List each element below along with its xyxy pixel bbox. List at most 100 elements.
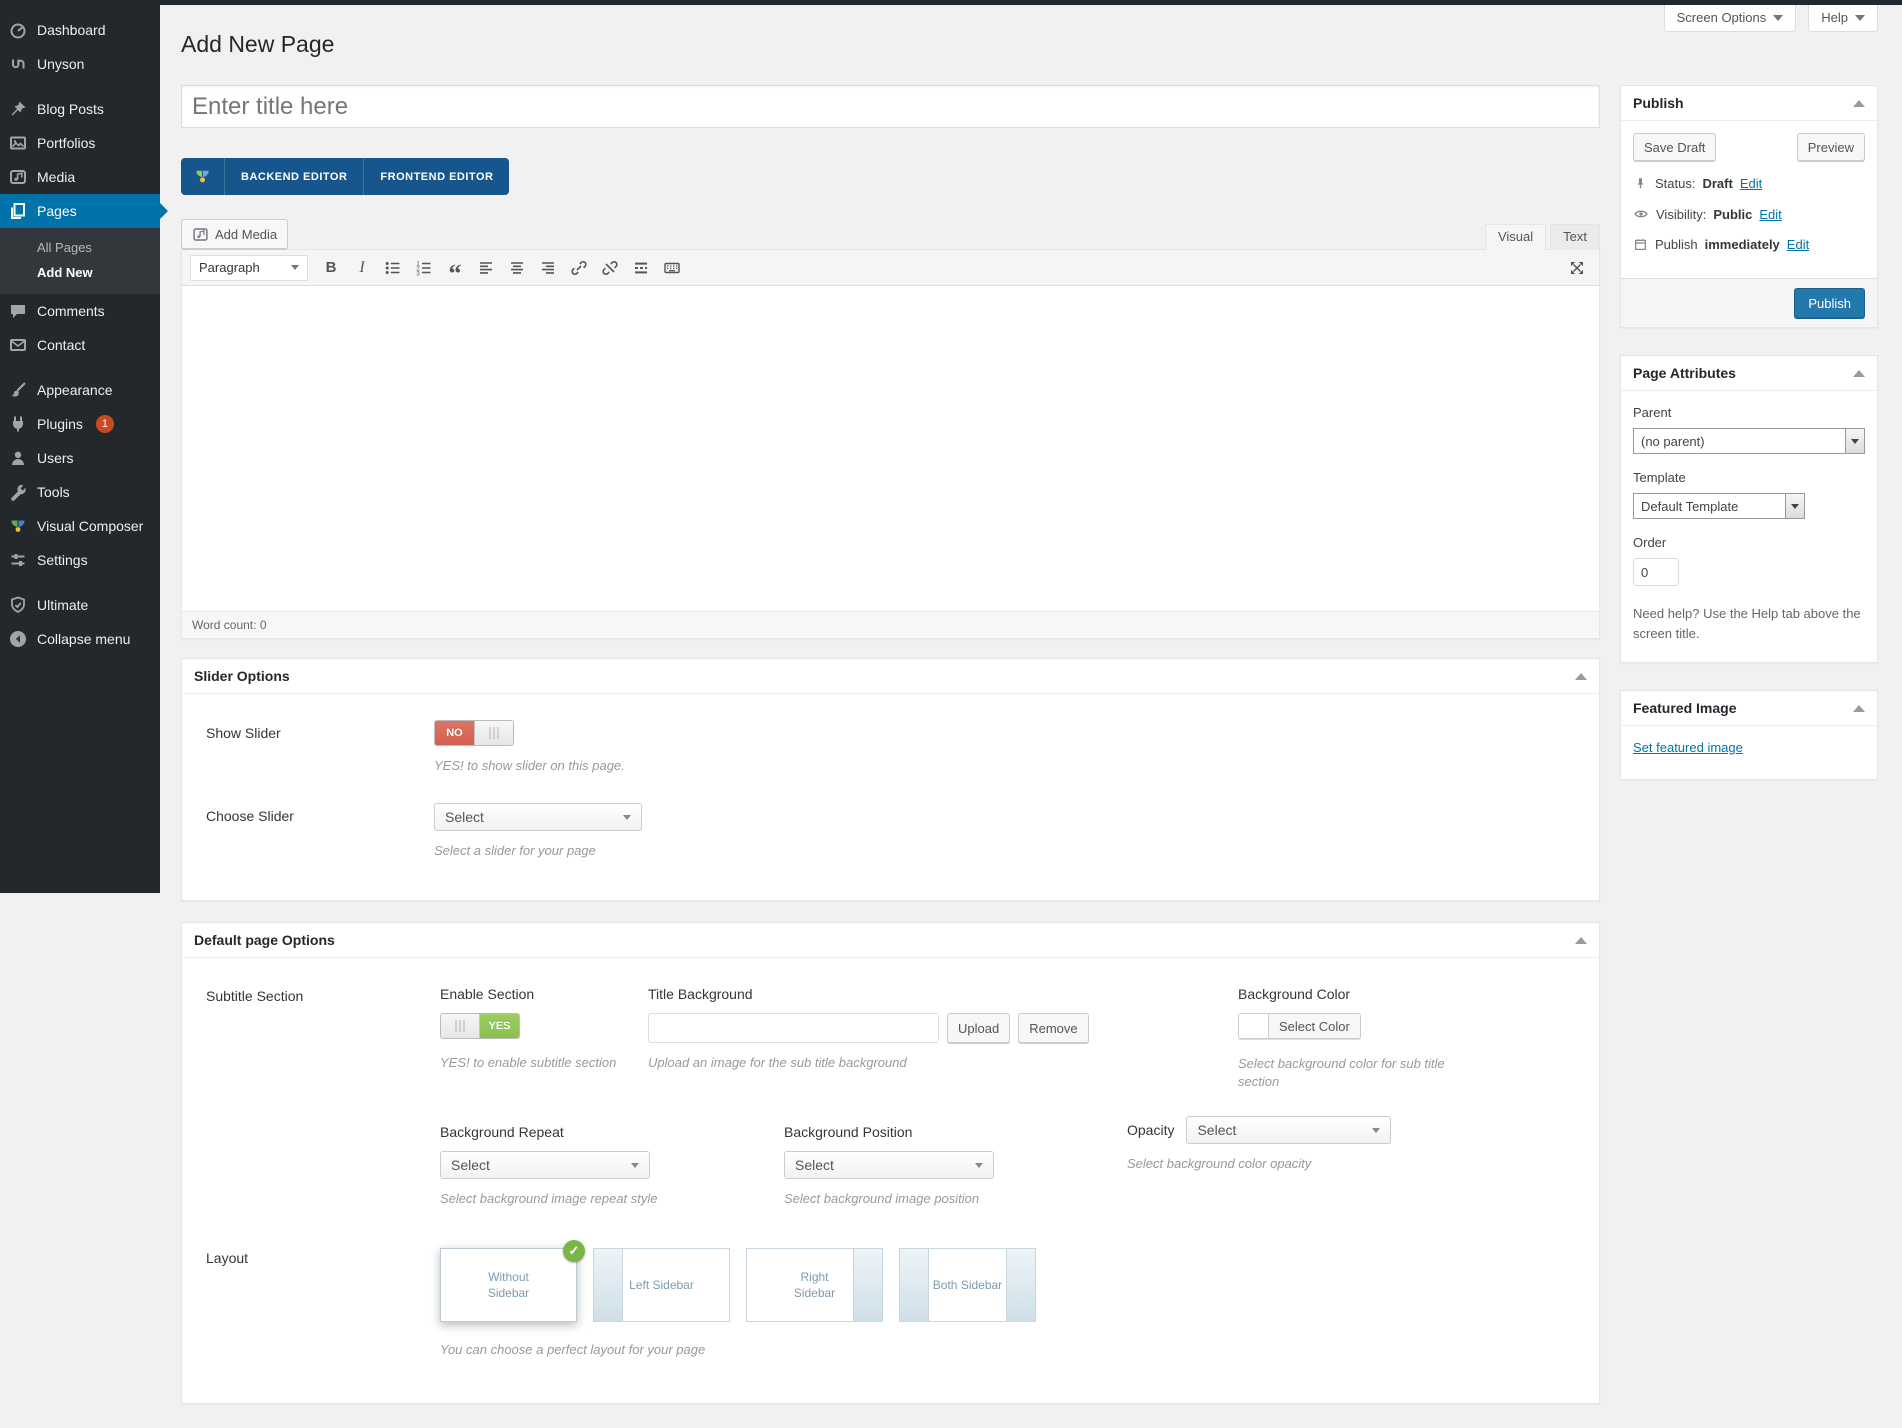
visual-composer-logo-icon [181,158,224,195]
page-attributes-help: Need help? Use the Help tab above the sc… [1633,606,1861,642]
sidebar-item-dashboard[interactable]: Dashboard [0,13,160,47]
parent-select[interactable]: (no parent) [1633,428,1865,454]
frontend-editor-button[interactable]: FRONTEND EDITOR [363,158,509,195]
preview-button[interactable]: Preview [1796,133,1865,161]
template-select[interactable]: Default Template [1633,493,1805,519]
keyboard-icon[interactable] [658,256,686,280]
align-right-icon[interactable] [534,256,562,280]
save-draft-button[interactable]: Save Draft [1633,133,1717,161]
sidebar-item-ultimate[interactable]: Ultimate [0,588,160,622]
caret-down-icon [1773,14,1784,21]
blockquote-icon[interactable] [441,256,469,280]
toggle-yes-state: YES [480,1014,519,1038]
sidebar-item-tools[interactable]: Tools [0,475,160,509]
sidebar-item-collapse-menu[interactable]: Collapse menu [0,622,160,656]
caret-down-icon [1372,1127,1381,1133]
background-position-select[interactable]: Select [784,1151,994,1180]
background-color-help: Select background color for sub title se… [1238,1056,1445,1089]
edit-publish-time-link[interactable]: Edit [1787,237,1809,252]
sidebar-item-visual-composer[interactable]: Visual Composer [0,509,160,543]
post-title-input[interactable] [181,85,1600,128]
choose-slider-select[interactable]: Select [434,803,642,831]
align-left-icon[interactable] [472,256,500,280]
sidebar-item-all-pages[interactable]: All Pages [0,235,160,260]
remove-button[interactable]: Remove [1018,1013,1089,1043]
publish-button[interactable]: Publish [1794,288,1865,318]
sidebar-item-media[interactable]: Media [0,160,160,194]
sidebar-item-plugins[interactable]: Plugins 1 [0,407,160,441]
opacity-label: Opacity [1127,1122,1175,1139]
bold-icon[interactable] [317,256,345,280]
shield-icon [8,595,28,615]
layout-option-left-sidebar[interactable]: Left Sidebar [593,1248,730,1323]
publish-title: Publish [1633,95,1684,111]
sidebar-item-add-new[interactable]: Add New [0,260,160,285]
menu-separator [0,362,160,373]
toggle-no-state: NO [435,721,474,745]
tab-text[interactable]: Text [1550,224,1600,250]
editor-content-area[interactable] [182,286,1599,611]
link-icon[interactable] [565,256,593,280]
visibility-label: Visibility: [1656,206,1707,222]
unyson-icon [8,54,28,74]
title-background-help: Upload an image for the sub title backgr… [648,1055,907,1070]
selected-check-icon [563,1240,585,1263]
layout-option-both-sidebar[interactable]: Both Sidebar [899,1248,1036,1323]
status-label: Status: [1655,176,1696,191]
title-background-label: Title Background [648,986,753,1002]
media-icon [8,167,28,187]
edit-visibility-link[interactable]: Edit [1759,207,1781,222]
collapse-toggle-icon[interactable] [1575,672,1587,680]
order-input[interactable] [1633,558,1679,586]
fullscreen-icon[interactable] [1563,256,1591,280]
sidebar-item-comments[interactable]: Comments [0,294,160,328]
sidebar-item-users[interactable]: Users [0,441,160,475]
unlink-icon[interactable] [596,256,624,280]
layout-option-right-sidebar[interactable]: Right Sidebar [746,1248,883,1323]
post-status-icon [1633,176,1648,191]
tab-visual[interactable]: Visual [1484,224,1547,250]
enable-section-toggle[interactable]: YES [440,1013,520,1039]
pages-submenu: All Pages Add New [0,228,160,294]
set-featured-image-link[interactable]: Set featured image [1633,740,1743,755]
backend-editor-button[interactable]: BACKEND EDITOR [224,158,363,195]
sidebar-item-pages[interactable]: Pages [0,194,168,228]
sidebar-item-unyson[interactable]: Unyson [0,47,160,81]
show-slider-toggle[interactable]: NO [434,720,514,746]
collapse-toggle-icon[interactable] [1853,99,1865,107]
select-color-button[interactable]: Select Color [1238,1013,1361,1039]
sidebar-item-contact[interactable]: Contact [0,328,160,362]
bullet-list-icon[interactable] [379,256,407,280]
comment-icon [8,301,28,321]
layout-option-without-sidebar[interactable]: Without Sidebar [440,1240,585,1323]
edit-status-link[interactable]: Edit [1740,176,1762,191]
slider-options-title: Slider Options [194,668,290,684]
collapse-toggle-icon[interactable] [1853,704,1865,712]
sidebar-item-settings[interactable]: Settings [0,543,160,577]
align-center-icon[interactable] [503,256,531,280]
sidebar-item-portfolios[interactable]: Portfolios [0,126,160,160]
paragraph-format-select[interactable]: Paragraph [190,254,308,281]
editor-mode-tabs: Visual Text [1484,224,1600,250]
screen-options-tab[interactable]: Screen Options [1663,5,1797,32]
word-count-label: Word count: [192,618,257,632]
collapse-toggle-icon[interactable] [1853,369,1865,377]
numbered-list-icon[interactable]: 123 [410,256,438,280]
upload-button[interactable]: Upload [947,1013,1011,1043]
background-repeat-select[interactable]: Select [440,1151,650,1180]
page-attributes-box: Page Attributes Parent (no parent) Templ… [1620,355,1878,664]
sidebar-item-appearance[interactable]: Appearance [0,373,160,407]
choose-slider-help: Select a slider for your page [434,843,596,858]
help-tab[interactable]: Help [1808,5,1878,32]
sidebar-item-blog-posts[interactable]: Blog Posts [0,92,160,126]
opacity-help: Select background color opacity [1127,1156,1312,1172]
add-media-icon [192,226,209,243]
add-media-button[interactable]: Add Media [181,219,289,249]
sliders-icon [8,550,28,570]
title-background-input[interactable] [648,1013,939,1043]
read-more-icon[interactable] [627,256,655,280]
opacity-select[interactable]: Select [1186,1116,1392,1145]
italic-icon[interactable] [348,256,376,280]
collapse-toggle-icon[interactable] [1575,936,1587,944]
default-page-options-title: Default page Options [194,932,335,948]
